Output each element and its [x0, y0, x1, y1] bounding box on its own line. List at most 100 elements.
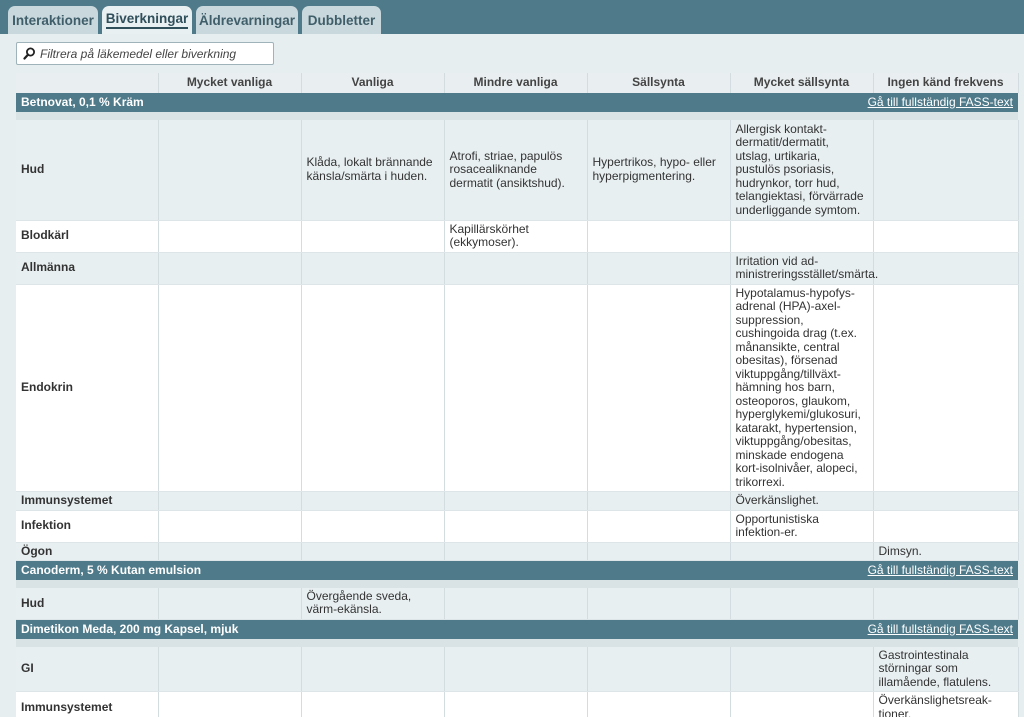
tab-label: Interaktioner [12, 12, 94, 28]
effect-cell: Atrofi, striae, papulös rosacealiknande … [444, 120, 588, 221]
table-row: Hud Övergående sveda, värm-ekänsla. [16, 587, 1019, 620]
effect-cell [730, 542, 874, 561]
table-body: Betnovat, 0,1 % Kräm Gå till fullständig … [16, 93, 1019, 717]
effect-cell [444, 691, 588, 717]
column-header: Mycket vanliga [158, 73, 302, 93]
category-cell: Infektion [16, 510, 159, 543]
filter-box[interactable] [16, 42, 274, 65]
effect-cell [158, 542, 302, 561]
effect-cell [158, 120, 302, 221]
effect-cell [444, 646, 588, 692]
fass-link[interactable]: Gå till fullständig FASS-text [868, 95, 1013, 110]
table-row: Hud Klåda, lokalt brännande känsla/smärta… [16, 120, 1019, 221]
effect-cell [301, 691, 445, 717]
effect-cell: Övergående sveda, värm-ekänsla. [301, 587, 445, 620]
effect-cell: Överkänslighet. [730, 491, 874, 511]
tab-aldrevarningar[interactable]: Äldrevarningar [196, 6, 298, 34]
effect-cell [587, 220, 731, 253]
tab-biverkningar[interactable]: Biverkningar [102, 6, 192, 34]
tab-bar: Interaktioner Biverkningar Äldrevarninga… [0, 0, 1024, 34]
effect-cell: Gastrointestinala störningar som illamåe… [873, 646, 1019, 692]
effect-cell [444, 587, 588, 620]
column-header: Sällsynta [587, 73, 731, 93]
category-cell: Hud [16, 120, 159, 221]
effect-cell: Allergisk kontakt-dermatit/dermatit, uts… [730, 120, 874, 221]
column-header: Mindre vanliga [444, 73, 588, 93]
effect-cell: Irritation vid ad-ministreringsstället/s… [730, 252, 878, 285]
tab-interaktioner[interactable]: Interaktioner [8, 6, 98, 34]
side-effects-panel: Mycket vanliga Vanliga Mindre vanliga Sä… [0, 34, 1024, 717]
effect-cell [444, 491, 588, 511]
effect-cell: Hypertrikos, hypo- eller hyperpigmenteri… [587, 120, 731, 221]
medicine-name: Betnovat, 0,1 % Kräm [21, 94, 144, 109]
spacer-cell [16, 112, 1018, 120]
medicine-header-row: Betnovat, 0,1 % Kräm Gå till fullständig … [16, 93, 1018, 112]
category-cell: Ögon [16, 542, 159, 561]
column-header: Vanliga [301, 73, 445, 93]
effect-cell [587, 646, 731, 692]
effect-cell [587, 252, 731, 285]
category-cell: GI [16, 646, 159, 692]
table-row: Immunsystemet Överkänslighet. [16, 491, 1019, 511]
effect-cell [301, 220, 445, 253]
medicine-header: Betnovat, 0,1 % Kräm Gå till fullständig … [16, 93, 1018, 112]
tab-dubbletter[interactable]: Dubbletter [302, 6, 381, 34]
effect-cell [730, 220, 874, 253]
effect-cell [873, 510, 1019, 543]
effect-cell [158, 646, 302, 692]
effect-cell [301, 510, 445, 543]
effect-cell: Kapillärskörhet (ekkymoser). [444, 220, 588, 253]
filter-input[interactable] [40, 46, 270, 61]
effect-cell: Klåda, lokalt brännande känsla/smärta i … [301, 120, 445, 221]
effect-cell: Dimsyn. [873, 542, 1019, 561]
effect-cell [587, 491, 731, 511]
category-cell: Hud [16, 587, 159, 620]
tab-label: Biverkningar [105, 11, 189, 29]
table-row: Allmänna Irritation vid ad-ministreringss… [16, 252, 1019, 285]
fass-link[interactable]: Gå till fullständig FASS-text [868, 622, 1013, 637]
category-cell: Blodkärl [16, 220, 159, 253]
medicine-header-row: Dimetikon Meda, 200 mg Kapsel, mjuk Gå ti… [16, 619, 1018, 639]
effect-cell [444, 252, 588, 285]
fass-link[interactable]: Gå till fullständig FASS-text [868, 563, 1013, 578]
effect-cell [158, 220, 302, 253]
effect-cell [444, 284, 588, 492]
spacer-cell [16, 579, 1018, 588]
effect-cell [873, 587, 1019, 620]
spacer-row [16, 112, 1018, 120]
medicine-name: Canoderm, 5 % Kutan emulsion [21, 562, 202, 577]
column-header: Mycket sällsynta [730, 73, 874, 93]
effect-cell [587, 691, 731, 717]
effect-cell [158, 284, 302, 492]
table-row: Endokrin Hypotalamus-hypofys-adrenal (HPA… [16, 284, 1019, 492]
category-cell: Endokrin [16, 284, 159, 492]
effect-cell [301, 646, 445, 692]
effect-cell: Överkänslighetsreak-tioner. [873, 691, 1019, 717]
spacer-row [16, 579, 1018, 588]
effect-cell [730, 646, 874, 692]
effect-cell [301, 542, 445, 561]
effect-cell [158, 252, 302, 285]
column-header [16, 73, 159, 93]
table-row: Immunsystemet Överkänslighetsreak-tioner. [16, 691, 1019, 717]
effect-cell [158, 691, 302, 717]
category-cell: Immunsystemet [16, 691, 159, 717]
effect-cell [301, 252, 445, 285]
effect-cell: Opportunistiska infektion-er. [730, 510, 874, 543]
category-cell: Immunsystemet [16, 491, 159, 511]
column-header: Ingen känd frekvens [873, 73, 1019, 93]
effect-cell [444, 510, 588, 543]
spacer-cell [16, 638, 1018, 647]
table-row: Blodkärl Kapillärskörhet (ekkymoser). [16, 220, 1019, 253]
effect-cell: Hypotalamus-hypofys-adrenal (HPA)-axel-s… [730, 284, 874, 492]
effect-cell [873, 284, 1019, 492]
side-effects-table: Mycket vanliga Vanliga Mindre vanliga Sä… [16, 73, 1019, 717]
tab-label: Dubbletter [307, 12, 376, 28]
effect-cell [301, 491, 445, 511]
effect-cell [730, 587, 874, 620]
effect-cell [873, 220, 1019, 253]
table-header-row: Mycket vanliga Vanliga Mindre vanliga Sä… [16, 73, 1019, 93]
medicine-name: Dimetikon Meda, 200 mg Kapsel, mjuk [21, 621, 239, 636]
tab-label: Äldrevarningar [198, 12, 296, 28]
category-cell: Allmänna [16, 252, 159, 285]
